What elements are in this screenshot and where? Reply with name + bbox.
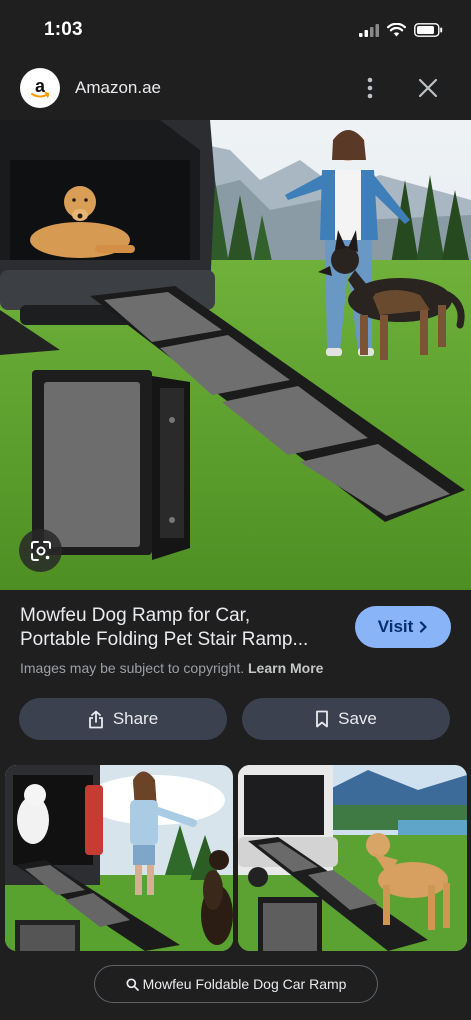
viewer-header: a Amazon.ae xyxy=(0,68,471,108)
site-logo[interactable]: a xyxy=(20,68,60,108)
signal-icon xyxy=(359,23,379,37)
status-bar: 1:03 xyxy=(0,0,471,60)
more-options-button[interactable] xyxy=(356,72,384,104)
battery-icon xyxy=(414,23,443,37)
related-image-2[interactable] xyxy=(238,765,467,951)
close-button[interactable] xyxy=(412,72,444,104)
share-label: Share xyxy=(112,709,159,728)
save-label: Save xyxy=(338,709,377,728)
search-icon xyxy=(126,977,139,991)
close-icon xyxy=(418,78,438,98)
save-button[interactable]: Save xyxy=(242,698,450,740)
learn-more-link[interactable]: Learn More xyxy=(248,660,323,676)
product-title[interactable]: Mowfeu Dog Ramp for Car, Portable Foldin… xyxy=(20,604,340,652)
bookmark-icon xyxy=(316,710,329,728)
lens-icon xyxy=(30,540,51,561)
share-icon xyxy=(88,710,103,728)
search-chip-label: Mowfeu Foldable Dog Car Ramp xyxy=(142,976,347,992)
related-image-1[interactable] xyxy=(5,765,233,951)
visit-button[interactable]: Visit xyxy=(355,606,451,648)
chevron-right-icon xyxy=(420,621,427,633)
status-time: 1:03 xyxy=(44,19,83,40)
product-photo xyxy=(0,120,471,590)
visit-label: Visit xyxy=(377,617,414,636)
related-photo-2 xyxy=(238,765,467,951)
related-photo-1 xyxy=(5,765,233,951)
amazon-logo-icon: a xyxy=(31,76,50,98)
related-search-chip[interactable]: Mowfeu Foldable Dog Car Ramp xyxy=(94,965,378,1003)
site-name[interactable]: Amazon.ae xyxy=(75,78,161,98)
copyright-text: Images may be subject to copyright. xyxy=(20,660,245,676)
lens-search-button[interactable] xyxy=(19,529,62,572)
copyright-notice: Images may be subject to copyright. Lear… xyxy=(20,660,323,676)
wifi-icon xyxy=(387,23,406,37)
svg-text:a: a xyxy=(35,76,46,96)
share-button[interactable]: Share xyxy=(19,698,227,740)
status-icons xyxy=(359,23,443,37)
product-image[interactable] xyxy=(0,120,471,590)
product-title-line-2: Portable Folding Pet Stair Ramp... xyxy=(20,629,309,650)
product-title-line-1: Mowfeu Dog Ramp for Car, xyxy=(20,605,251,626)
more-vert-icon xyxy=(367,77,373,99)
